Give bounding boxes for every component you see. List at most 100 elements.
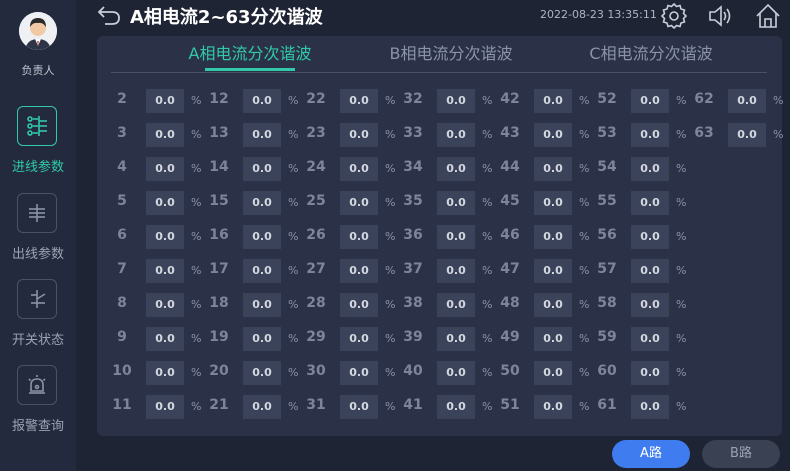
harmonic-value-field[interactable]: 0.0 xyxy=(340,191,378,215)
harmonic-order: 39 xyxy=(403,329,423,345)
harmonic-value-field[interactable]: 0.0 xyxy=(534,327,572,351)
harmonic-value-field[interactable]: 0.0 xyxy=(437,259,475,283)
harmonic-value-field[interactable]: 0.0 xyxy=(243,89,281,113)
harmonic-value-field[interactable]: 0.0 xyxy=(534,89,572,113)
harmonic-value-field[interactable]: 0.0 xyxy=(437,293,475,317)
harmonic-value-field[interactable]: 0.0 xyxy=(340,123,378,147)
avatar[interactable] xyxy=(19,12,57,50)
sidebar-item-label: 进线参数 xyxy=(11,160,64,175)
sidebar-item-outgoing-params[interactable]: 出线参数 xyxy=(0,193,76,273)
harmonic-value-field[interactable]: 0.0 xyxy=(243,395,281,419)
harmonic-order: 32 xyxy=(403,91,423,107)
harmonic-value-field[interactable]: 0.0 xyxy=(340,259,378,283)
harmonic-order: 62 xyxy=(694,91,714,107)
harmonic-value-field[interactable]: 0.0 xyxy=(437,157,475,181)
tab-phase-a[interactable]: A相电流分次谐波 xyxy=(160,40,340,64)
sidebar-item-switch-status[interactable]: 开关状态 xyxy=(0,279,76,359)
harmonic-value-field[interactable]: 0.0 xyxy=(728,89,766,113)
harmonic-value-field[interactable]: 0.0 xyxy=(534,225,572,249)
home-icon[interactable] xyxy=(754,2,782,30)
harmonic-value-field[interactable]: 0.0 xyxy=(437,123,475,147)
percent-unit: % xyxy=(579,332,590,345)
tab-phase-c[interactable]: C相电流分次谐波 xyxy=(561,40,741,64)
harmonic-order: 15 xyxy=(209,193,229,209)
harmonic-value-field[interactable]: 0.0 xyxy=(631,293,669,317)
harmonic-value-field[interactable]: 0.0 xyxy=(534,259,572,283)
harmonic-value-field[interactable]: 0.0 xyxy=(243,259,281,283)
speaker-icon[interactable] xyxy=(706,2,734,30)
harmonic-value-field[interactable]: 0.0 xyxy=(146,395,184,419)
harmonic-value-field[interactable]: 0.0 xyxy=(728,123,766,147)
harmonic-value-field[interactable]: 0.0 xyxy=(340,395,378,419)
harmonic-value-field[interactable]: 0.0 xyxy=(243,361,281,385)
page-title: A相电流2~63分次谐波 xyxy=(130,7,323,28)
harmonic-value-field[interactable]: 0.0 xyxy=(146,225,184,249)
harmonic-value-field[interactable]: 0.0 xyxy=(146,259,184,283)
harmonic-value-field[interactable]: 0.0 xyxy=(146,89,184,113)
sidebar-item-incoming-params[interactable]: 进线参数 xyxy=(0,106,76,186)
route-a-button[interactable]: A路 xyxy=(612,440,690,468)
harmonic-value-field[interactable]: 0.0 xyxy=(631,327,669,351)
back-icon[interactable] xyxy=(96,3,122,27)
harmonic-value-field[interactable]: 0.0 xyxy=(146,293,184,317)
harmonic-value-field[interactable]: 0.0 xyxy=(437,191,475,215)
harmonic-value-field[interactable]: 0.0 xyxy=(631,89,669,113)
percent-unit: % xyxy=(676,400,687,413)
harmonic-value-field[interactable]: 0.0 xyxy=(243,293,281,317)
route-b-button[interactable]: B路 xyxy=(702,440,780,468)
harmonic-order: 54 xyxy=(597,159,617,175)
percent-unit: % xyxy=(288,196,299,209)
harmonic-value-field[interactable]: 0.0 xyxy=(437,395,475,419)
harmonic-value-field[interactable]: 0.0 xyxy=(534,123,572,147)
harmonic-value-field[interactable]: 0.0 xyxy=(437,327,475,351)
percent-unit: % xyxy=(191,162,202,175)
harmonic-value-field[interactable]: 0.0 xyxy=(146,361,184,385)
harmonic-value-field[interactable]: 0.0 xyxy=(631,123,669,147)
harmonic-value-field[interactable]: 0.0 xyxy=(243,123,281,147)
datetime: 2022-08-23 13:35:11 xyxy=(540,8,657,21)
harmonic-value-field[interactable]: 0.0 xyxy=(437,361,475,385)
harmonic-value-field[interactable]: 0.0 xyxy=(243,191,281,215)
harmonic-order: 48 xyxy=(500,295,520,311)
harmonic-order: 38 xyxy=(403,295,423,311)
harmonic-value-field[interactable]: 0.0 xyxy=(437,225,475,249)
harmonic-value-field[interactable]: 0.0 xyxy=(631,259,669,283)
harmonic-value-field[interactable]: 0.0 xyxy=(534,191,572,215)
harmonic-value-field[interactable]: 0.0 xyxy=(631,361,669,385)
harmonic-order: 58 xyxy=(597,295,617,311)
gear-icon[interactable] xyxy=(660,2,688,30)
sidebar-item-alarm-query[interactable]: 报警查询 xyxy=(0,365,76,445)
harmonic-value-field[interactable]: 0.0 xyxy=(534,293,572,317)
harmonic-order: 30 xyxy=(306,363,326,379)
harmonic-value-field[interactable]: 0.0 xyxy=(146,327,184,351)
harmonic-value-field[interactable]: 0.0 xyxy=(243,225,281,249)
harmonic-order: 11 xyxy=(112,397,132,413)
tab-phase-b[interactable]: B相电流分次谐波 xyxy=(361,40,541,64)
harmonic-value-field[interactable]: 0.0 xyxy=(340,157,378,181)
harmonic-order: 13 xyxy=(209,125,229,141)
harmonic-value-field[interactable]: 0.0 xyxy=(631,395,669,419)
percent-unit: % xyxy=(676,128,687,141)
harmonic-value-field[interactable]: 0.0 xyxy=(146,123,184,147)
harmonic-value-field[interactable]: 0.0 xyxy=(146,157,184,181)
harmonic-value-field[interactable]: 0.0 xyxy=(340,361,378,385)
harmonic-order: 60 xyxy=(597,363,617,379)
harmonic-value-field[interactable]: 0.0 xyxy=(631,225,669,249)
harmonic-value-field[interactable]: 0.0 xyxy=(340,225,378,249)
harmonic-value-field[interactable]: 0.0 xyxy=(534,157,572,181)
harmonic-value-field[interactable]: 0.0 xyxy=(243,157,281,181)
harmonic-value-field[interactable]: 0.0 xyxy=(340,89,378,113)
harmonic-value-field[interactable]: 0.0 xyxy=(631,191,669,215)
harmonic-value-field[interactable]: 0.0 xyxy=(534,395,572,419)
harmonic-order: 29 xyxy=(306,329,326,345)
harmonic-value-field[interactable]: 0.0 xyxy=(631,157,669,181)
harmonic-value-field[interactable]: 0.0 xyxy=(146,191,184,215)
harmonic-order: 56 xyxy=(597,227,617,243)
harmonic-value-field[interactable]: 0.0 xyxy=(340,293,378,317)
harmonic-value-field[interactable]: 0.0 xyxy=(340,327,378,351)
harmonic-value-field[interactable]: 0.0 xyxy=(437,89,475,113)
harmonic-value-field[interactable]: 0.0 xyxy=(534,361,572,385)
percent-unit: % xyxy=(482,162,493,175)
harmonic-order: 35 xyxy=(403,193,423,209)
harmonic-value-field[interactable]: 0.0 xyxy=(243,327,281,351)
